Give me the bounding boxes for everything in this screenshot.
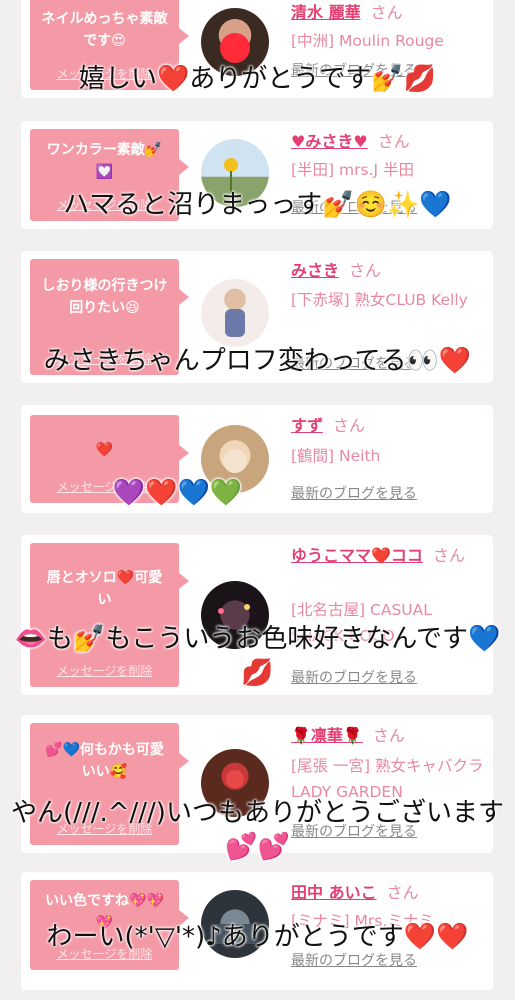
shop-label: [中洲] Moulin Rouge [291, 32, 444, 50]
sender-name[interactable]: ♥みさき♥ [291, 132, 368, 151]
avatar[interactable] [201, 279, 269, 347]
sender-name[interactable]: みさき [291, 261, 339, 280]
honorific: さん [386, 883, 419, 902]
overlay-caption: みさきちゃんプロフ変わってる👀❤️ [43, 346, 472, 376]
honorific: さん [432, 546, 465, 565]
sender-name[interactable]: 田中 あいこ [291, 883, 377, 902]
honorific: さん [349, 261, 382, 280]
message-text: ワンカラー素敵💅💟 [46, 142, 163, 180]
sender-name[interactable]: 🌹凛華🌹 [291, 726, 363, 745]
honorific: さん [333, 416, 366, 435]
message-text: ❤️ [95, 442, 114, 458]
person-photo-icon [225, 309, 245, 337]
overlay-caption: やん(///.^///)いつもありがとうございます💕💕 [11, 798, 504, 862]
overlay-caption: わーい(*'▽'*)♪ありがとうです❤️❤️ [46, 922, 469, 952]
overlay-caption: 💜❤️💙💚 [112, 478, 243, 508]
sender-name[interactable]: ゆうこママ❤️ココ [291, 546, 423, 565]
overlay-caption: 嬉しい❤️ありがとうです💅💋 [78, 64, 437, 94]
shop-label: [鶴間] Neith [291, 447, 381, 465]
message-text: ネイルめっちゃ素敵です😍 [41, 11, 168, 49]
honorific: さん [372, 726, 405, 745]
honorific: さん [377, 132, 410, 151]
sender-name[interactable]: すず [291, 416, 323, 435]
shop-label: [下赤塚] 熟女CLUB Kelly [291, 291, 468, 309]
honorific: さん [370, 3, 403, 22]
overlay-caption: 👄も💅もこういうお色味好きなんです💙💋 [14, 624, 501, 688]
sender-name[interactable]: 清水 麗華 [291, 3, 361, 22]
message-text: 唇とオソロ❤️可愛い [46, 570, 163, 608]
overlay-caption: ハマると沼りまっっす💅☺️✨💙 [63, 190, 452, 220]
message-text: 💕💙何もかも可愛いい🥰 [45, 742, 164, 780]
shop-label: [半田] mrs.J 半田 [291, 161, 414, 179]
message-text: しおり様の行きつけ回りたい😆 [41, 278, 168, 316]
